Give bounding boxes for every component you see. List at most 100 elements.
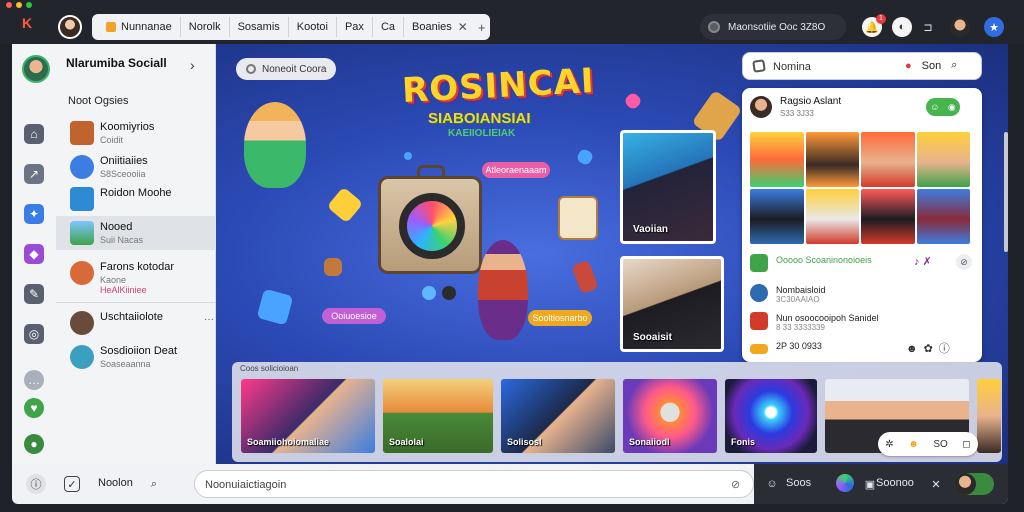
room-panel: Ragsio Aslant S33 3J33 ☺ ◉ Ooooo Scoanino… bbox=[742, 88, 982, 362]
pin-icon[interactable]: ● bbox=[905, 60, 912, 72]
video-tile[interactable]: Vaoiian bbox=[620, 130, 716, 244]
chat-thumbnail bbox=[70, 155, 94, 179]
star-burst-icon[interactable]: ✲ bbox=[885, 439, 893, 450]
chat-bubble-icon[interactable]: ◻ bbox=[962, 439, 970, 450]
maximize-window-button[interactable] bbox=[26, 2, 32, 8]
chat-item[interactable]: Roidon Moohe bbox=[56, 182, 216, 216]
close-tab-icon[interactable]: ✕ bbox=[452, 20, 474, 34]
media-card[interactable]: Solisosl bbox=[500, 378, 616, 454]
options-icon[interactable]: ⊘ bbox=[956, 254, 972, 270]
row-thumbnail bbox=[750, 344, 768, 354]
grid-tile[interactable] bbox=[750, 189, 804, 244]
dnd-icon[interactable]: ◐ bbox=[892, 17, 912, 37]
chat-item[interactable]: Sosdioiion Deat Soaseaanna bbox=[56, 340, 216, 374]
search-icon[interactable]: ⌕ bbox=[951, 59, 957, 72]
grid-tile[interactable] bbox=[805, 189, 859, 244]
star-decoration bbox=[623, 91, 643, 111]
media-card[interactable]: Soalolai bbox=[382, 378, 494, 454]
user-avatar[interactable] bbox=[58, 15, 82, 39]
tab-5[interactable]: Pax bbox=[337, 17, 373, 37]
panel-row[interactable]: Ooooo Scoaninonoioeis ♪ ✗ ⊘ bbox=[750, 252, 974, 274]
tab-2[interactable]: Norolk bbox=[181, 17, 230, 37]
search-icon[interactable]: ⌕ bbox=[144, 474, 164, 494]
tab-3[interactable]: Sosamis bbox=[230, 17, 289, 37]
more-icon[interactable]: ··· bbox=[204, 314, 214, 325]
chat-item[interactable]: Farons kotodar Kaone HeAlKiiniee bbox=[56, 256, 216, 298]
home-icon[interactable]: ⌂ bbox=[24, 124, 44, 144]
sticker-label[interactable]: Sooltiosnarbo bbox=[528, 310, 592, 326]
status-pill[interactable]: Maonsotiie Ooc 3Z8O bbox=[700, 14, 846, 40]
panel-header: Ragsio Aslant S33 3J33 ☺ ◉ bbox=[742, 88, 982, 126]
star-icon[interactable]: ★ bbox=[984, 17, 1004, 37]
notifications-icon[interactable]: 🔔 1 bbox=[862, 14, 886, 37]
emoji-icon[interactable]: ☻ bbox=[908, 439, 919, 450]
grid-tile[interactable] bbox=[916, 189, 970, 244]
app-logo-icon[interactable]: K bbox=[22, 16, 36, 30]
attach-icon[interactable]: ⊘ bbox=[731, 478, 740, 491]
play-icon[interactable] bbox=[422, 286, 436, 300]
account-avatar[interactable] bbox=[950, 17, 970, 37]
media-card[interactable]: Sonaiiodl bbox=[622, 378, 718, 454]
panel-row[interactable]: 2P 30 0933 ☻✿ⓘ bbox=[750, 338, 974, 360]
grid-tile[interactable] bbox=[916, 132, 970, 187]
toolbar-right-label[interactable]: Soonoo bbox=[876, 477, 914, 489]
profile-header[interactable]: Nlarumiba Sociall › bbox=[12, 44, 216, 92]
grid-tile[interactable] bbox=[861, 189, 915, 244]
tab-7[interactable]: Boanies ✕ + bbox=[404, 17, 497, 37]
media-card[interactable]: Fonis bbox=[724, 378, 818, 454]
profile-menu-icon[interactable]: ⊐ bbox=[918, 17, 938, 37]
grid-tile[interactable] bbox=[861, 132, 915, 187]
add-tab-icon[interactable]: + bbox=[474, 20, 490, 35]
grid-tile[interactable] bbox=[750, 132, 804, 187]
tab-6[interactable]: Ca bbox=[373, 17, 404, 37]
video-tile[interactable]: Sooaisit bbox=[620, 256, 724, 352]
record-icon[interactable] bbox=[442, 286, 456, 300]
grid-tile[interactable] bbox=[805, 132, 859, 187]
minimize-window-button[interactable] bbox=[16, 2, 22, 8]
panel-row[interactable]: Nun osoocooipoh Sanidel 8 33 3333339 bbox=[750, 310, 974, 332]
toolbar-right-label[interactable]: Soos bbox=[786, 477, 811, 489]
location-icon[interactable]: ● bbox=[24, 434, 44, 454]
icon-rail: ⌂ ↗ ✦ ◆ ✎ ◎ … ♥ ● bbox=[12, 110, 56, 464]
color-picker-icon[interactable] bbox=[836, 474, 854, 492]
profile-avatar[interactable] bbox=[22, 55, 50, 83]
canvas-pill-button[interactable]: Noneoit Coora bbox=[236, 58, 337, 80]
chat-icon[interactable]: … bbox=[24, 370, 44, 390]
profile-name: Nlarumiba Sociall bbox=[66, 56, 167, 70]
close-window-button[interactable] bbox=[6, 2, 12, 8]
self-avatar[interactable] bbox=[954, 473, 976, 495]
chat-item[interactable]: Oniitiaiies S8Sceooiia bbox=[56, 150, 216, 184]
tab-4[interactable]: Kootoi bbox=[289, 17, 337, 37]
info-icon[interactable]: ⓘ bbox=[26, 474, 46, 494]
check-icon[interactable]: ✓ bbox=[64, 476, 80, 492]
dice-decoration bbox=[324, 258, 342, 276]
chevron-right-icon[interactable]: › bbox=[190, 57, 195, 73]
close-icon[interactable]: ✕ bbox=[926, 474, 946, 494]
panel-search-input[interactable]: Nomina ● Son ⌕ bbox=[742, 52, 982, 80]
panel-avatar[interactable] bbox=[750, 96, 772, 118]
heart-icon[interactable]: ♥ bbox=[24, 398, 44, 418]
emoji-icon[interactable]: ☺ bbox=[762, 474, 782, 494]
media-card[interactable] bbox=[976, 378, 1002, 454]
sticker-label[interactable]: Ooiuoesioe bbox=[322, 308, 386, 324]
chat-item[interactable]: Koomiyrios Coidit bbox=[56, 116, 216, 150]
panel-scrollbar[interactable] bbox=[1004, 132, 1008, 252]
reaction-icons[interactable]: ☻✿ⓘ bbox=[906, 340, 956, 356]
gift-icon[interactable]: ◆ bbox=[24, 244, 44, 264]
toolbar-label[interactable]: Noolon bbox=[98, 477, 133, 489]
sticker-label[interactable]: Atleoraenaaam bbox=[482, 162, 550, 178]
media-card[interactable]: Soamiiohoiomaliae bbox=[240, 378, 376, 454]
chat-item-active[interactable]: Nooed Suii Nacas bbox=[56, 216, 216, 250]
panel-row[interactable]: Nombaisloid 3C30AAIAO bbox=[750, 282, 974, 304]
music-icon[interactable]: ♪ ✗ bbox=[914, 255, 932, 268]
chat-item[interactable]: Uschtaiiolote ··· bbox=[56, 306, 216, 340]
mic-icon: ◉ bbox=[947, 101, 956, 112]
people-icon[interactable]: ✦ bbox=[24, 204, 44, 224]
pen-icon[interactable]: ✎ bbox=[24, 284, 44, 304]
search-right-label[interactable]: Son bbox=[922, 60, 942, 72]
share-icon[interactable]: ↗ bbox=[24, 164, 44, 184]
camera-icon[interactable]: ◎ bbox=[24, 324, 44, 344]
message-input[interactable]: Noonuiaictiagoin ⊘ bbox=[194, 470, 754, 498]
tab-1[interactable]: Nunnanae bbox=[98, 17, 181, 37]
panel-toggle[interactable]: ☺ ◉ bbox=[926, 98, 960, 116]
